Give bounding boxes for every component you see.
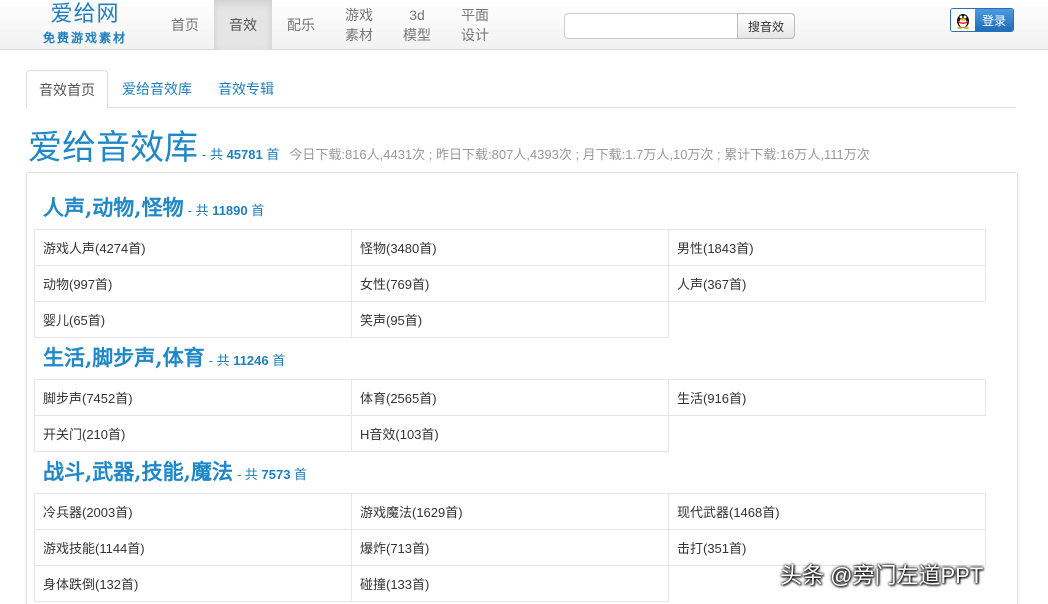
category-item[interactable]: 脚步声(7452首) <box>34 379 352 416</box>
category-item[interactable]: 身体跌倒(132首) <box>34 565 352 602</box>
category-item[interactable]: 男性(1843首) <box>668 229 986 266</box>
category-title[interactable]: 战斗,武器,技能,魔法 <box>43 457 233 487</box>
nav-item-label: 3d <box>409 7 425 23</box>
category-heading: 人声,动物,怪物 - 共 11890 首 <box>43 193 264 223</box>
nav-item-label: 平面 <box>461 7 489 23</box>
category-item[interactable]: 冷兵器(2003首) <box>34 493 352 530</box>
download-stats: 今日下载:816人,4431次 ; 昨日下载:807人,4393次 ; 月下载:… <box>289 147 870 162</box>
nav-item-3[interactable]: 游戏 素材 <box>330 0 388 50</box>
nav-item-label: 首页 <box>171 17 199 33</box>
category-item[interactable]: 笑声(95首) <box>351 301 669 338</box>
subtab-2[interactable]: 音效专辑 <box>206 70 286 108</box>
category-item[interactable]: 爆炸(713首) <box>351 529 669 566</box>
nav-item-0[interactable]: 首页 <box>156 0 214 50</box>
nav-item-label: 配乐 <box>287 17 315 33</box>
watermark: 头条 @旁门左道PPT <box>780 563 984 588</box>
search-input[interactable] <box>564 13 738 39</box>
page-title[interactable]: 爱给音效库 <box>28 128 198 168</box>
nav-item-1[interactable]: 音效 <box>214 0 272 50</box>
logo-title: 爱给网 <box>50 2 120 27</box>
subtab-0[interactable]: 音效首页 <box>26 70 108 109</box>
category-panel: 人声,动物,怪物 - 共 11890 首游戏人声(4274首) 怪物(3480首) 男… <box>26 172 1018 604</box>
category-item[interactable]: 生活(916首) <box>668 379 986 416</box>
qq-penguin-icon <box>951 9 975 31</box>
top-navbar: 爱给网 免费游戏素材 首页 音效 配乐 游戏 素材 3d 模型 平面 设计 搜音效 登录 <box>0 0 1048 50</box>
category-item[interactable]: 体育(2565首) <box>351 379 669 416</box>
nav-item-label: 音效 <box>229 17 257 33</box>
search-button[interactable]: 搜音效 <box>737 13 795 39</box>
sub-tabs: 音效首页 爱给音效库 音效专辑 <box>26 70 1016 109</box>
category-count: - 共 11890 首 <box>187 203 265 218</box>
subtab-1[interactable]: 爱给音效库 <box>110 70 204 108</box>
category-title[interactable]: 生活,脚步声,体育 <box>43 343 205 373</box>
site-logo[interactable]: 爱给网 免费游戏素材 <box>30 2 140 46</box>
login-button[interactable]: 登录 <box>950 8 1014 32</box>
category-item[interactable]: 怪物(3480首) <box>351 229 669 266</box>
nav-item-4[interactable]: 3d 模型 <box>388 0 446 50</box>
category-item[interactable]: H音效(103首) <box>351 415 669 452</box>
nav-item-label: 游戏 <box>345 7 373 23</box>
main-nav: 首页 音效 配乐 游戏 素材 3d 模型 平面 设计 <box>156 0 504 50</box>
category-heading: 生活,脚步声,体育 - 共 11246 首 <box>43 343 285 373</box>
nav-item-5[interactable]: 平面 设计 <box>446 0 504 50</box>
category-item[interactable]: 游戏技能(1144首) <box>34 529 352 566</box>
page-total-count: - 共 45781 首 <box>202 147 280 162</box>
category-item[interactable]: 开关门(210首) <box>34 415 352 452</box>
category-count: - 共 11246 首 <box>208 353 286 368</box>
category-item[interactable]: 碰撞(133首) <box>351 565 669 602</box>
category-item[interactable]: 现代武器(1468首) <box>668 493 986 530</box>
nav-item-2[interactable]: 配乐 <box>272 0 330 50</box>
nav-item-label: 设计 <box>461 27 489 43</box>
nav-item-label: 模型 <box>403 27 431 43</box>
nav-item-label: 素材 <box>345 27 373 43</box>
category-item[interactable]: 人声(367首) <box>668 265 986 302</box>
category-heading: 战斗,武器,技能,魔法 - 共 7573 首 <box>43 457 307 487</box>
category-item[interactable]: 婴儿(65首) <box>34 301 352 338</box>
category-item[interactable]: 游戏人声(4274首) <box>34 229 352 266</box>
category-item[interactable]: 女性(769首) <box>351 265 669 302</box>
category-title[interactable]: 人声,动物,怪物 <box>43 193 184 223</box>
category-item[interactable]: 动物(997首) <box>34 265 352 302</box>
category-item[interactable]: 游戏魔法(1629首) <box>351 493 669 530</box>
category-count: - 共 7573 首 <box>236 467 308 482</box>
page-heading: 爱给音效库 - 共 45781 首 今日下载:816人,4431次 ; 昨日下载… <box>28 128 870 168</box>
logo-subtitle: 免费游戏素材 <box>42 31 127 45</box>
login-label: 登录 <box>975 9 1013 31</box>
